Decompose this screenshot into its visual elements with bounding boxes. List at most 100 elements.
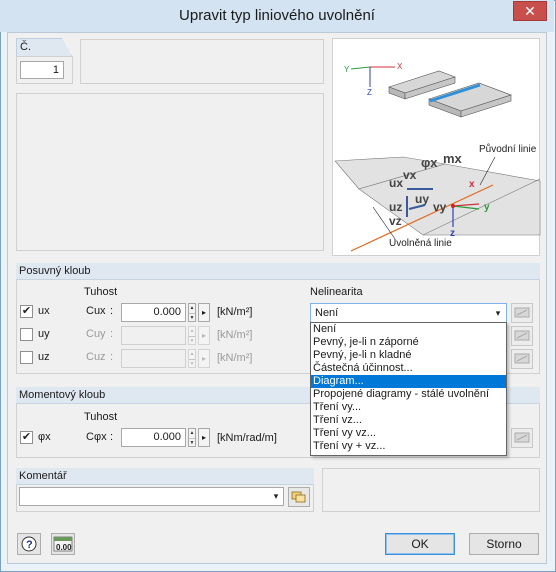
vz-label: vz: [389, 214, 402, 228]
nonlinearity-dropdown[interactable]: Není: [310, 303, 507, 323]
ok-button[interactable]: OK: [385, 533, 455, 555]
phix-label: φx: [38, 431, 51, 443]
edit-diagram-icon: [514, 330, 530, 341]
local-x-label: x: [469, 179, 475, 190]
spin-up-icon[interactable]: ▲: [189, 327, 195, 336]
cuy-unit: [kN/m²]: [217, 329, 253, 341]
cux-arrow-button[interactable]: ▸: [198, 303, 210, 322]
nonlinearity-edit-button[interactable]: [511, 303, 533, 323]
svg-text:0.00: 0.00: [56, 543, 72, 552]
release-illustration: Y X Z x y z φx mx vx ux uy vy uz vz Půvo…: [332, 38, 541, 256]
spin-down-icon[interactable]: ▼: [189, 359, 195, 368]
nonlinearity-option[interactable]: Tření vy vz...: [311, 427, 506, 440]
ux-label: ux: [389, 176, 403, 190]
edit-diagram-icon: [514, 353, 530, 364]
axis-z-label: Z: [367, 88, 372, 97]
comment-side-panel: [322, 468, 540, 512]
cuz-colon: :: [110, 351, 114, 363]
comment-library-icon: [291, 491, 306, 503]
cux-colon: :: [110, 305, 114, 317]
nonlinearity-options-list[interactable]: Není Pevný, je-li n záporné Pevný, je-li…: [310, 322, 507, 456]
comment-input[interactable]: [19, 487, 284, 506]
cphix-label: Cφx: [86, 431, 107, 443]
close-button[interactable]: ✕: [513, 1, 547, 21]
edit-diagram-icon: [514, 307, 530, 318]
top-empty-panel: [80, 39, 324, 84]
nonlinearity-option[interactable]: Pevný, je-li n záporné: [311, 336, 506, 349]
spin-down-icon[interactable]: ▼: [189, 438, 195, 447]
original-line-label: Původní linie: [479, 143, 537, 155]
comment-library-button[interactable]: [288, 487, 310, 507]
uz-checkbox[interactable]: [20, 351, 33, 364]
nonlinearity-option[interactable]: Propojené diagramy - stálé uvolnění: [311, 388, 506, 401]
cuz-spin-up-down[interactable]: ▲ ▼: [188, 349, 196, 368]
phi-x-label: φx: [421, 155, 438, 170]
released-line-label: Uvolněná linie: [389, 238, 452, 249]
cux-spin-up-down[interactable]: ▲ ▼: [188, 303, 196, 322]
cux-unit: [kN/m²]: [217, 306, 253, 318]
spin-down-icon[interactable]: ▼: [189, 336, 195, 345]
nonlinearity-option[interactable]: Pevný, je-li n kladné: [311, 349, 506, 362]
number-field[interactable]: 1: [20, 61, 64, 79]
uy-label: uy: [38, 328, 50, 340]
uy-nonlinearity-edit-button[interactable]: [511, 326, 533, 346]
cuz-label: Cuz: [86, 351, 106, 363]
cphix-colon: :: [110, 431, 114, 443]
help-icon: ?: [21, 536, 37, 552]
spin-up-icon[interactable]: ▲: [189, 350, 195, 359]
axis-x-label: X: [397, 62, 403, 71]
cuy-colon: :: [110, 328, 114, 340]
ux-checkbox[interactable]: ✔: [20, 305, 33, 318]
translational-release-header: Posuvný kloub: [16, 263, 540, 280]
spin-up-icon[interactable]: ▲: [189, 429, 195, 438]
vy-label: vy: [433, 200, 447, 214]
phix-checkbox[interactable]: ✔: [20, 431, 33, 444]
cuy-arrow-button[interactable]: ▸: [198, 326, 210, 345]
help-button[interactable]: ?: [17, 533, 41, 555]
nonlinearity-header: Nelinearita: [310, 286, 363, 298]
cux-label: Cux: [86, 305, 106, 317]
rotational-nonlinearity-edit-button[interactable]: [511, 428, 533, 448]
spin-up-icon[interactable]: ▲: [189, 304, 195, 313]
uz-label: uz: [389, 200, 402, 214]
cphix-input[interactable]: 0.000: [121, 428, 186, 447]
translational-stiffness-header: Tuhost: [84, 286, 118, 298]
window-title: Upravit typ liniového uvolnění: [179, 7, 375, 24]
ux-label: ux: [38, 305, 50, 317]
units-decimals-button[interactable]: 0.00: [51, 533, 75, 555]
chevron-down-icon[interactable]: ▾: [491, 304, 505, 322]
nonlinearity-option[interactable]: Tření vz...: [311, 414, 506, 427]
nonlinearity-option[interactable]: Není: [311, 323, 506, 336]
nonlinearity-selected-value: Není: [315, 307, 339, 319]
nonlinearity-option[interactable]: Tření vy...: [311, 401, 506, 414]
cuy-label: Cuy: [86, 328, 106, 340]
cancel-button[interactable]: Storno: [469, 533, 539, 555]
nonlinearity-option-highlighted[interactable]: Diagram...: [311, 375, 506, 388]
cuz-arrow-button[interactable]: ▸: [198, 349, 210, 368]
svg-text:?: ?: [26, 539, 33, 551]
axis-y-label: Y: [344, 65, 350, 74]
local-y-label: y: [484, 202, 490, 213]
cphix-spin-up-down[interactable]: ▲ ▼: [188, 428, 196, 447]
uz-label: uz: [38, 351, 50, 363]
spin-down-icon[interactable]: ▼: [189, 313, 195, 322]
cphix-unit: [kNm/rad/m]: [217, 432, 277, 444]
edit-diagram-icon: [514, 432, 530, 443]
cux-input[interactable]: 0.000: [121, 303, 186, 322]
decimals-icon: 0.00: [53, 536, 73, 552]
cuz-input[interactable]: [121, 349, 186, 368]
cuy-input[interactable]: [121, 326, 186, 345]
mx-label: mx: [443, 151, 463, 166]
nonlinearity-option[interactable]: Částečná účinnost...: [311, 362, 506, 375]
vx-label: vx: [403, 168, 417, 182]
rotational-stiffness-header: Tuhost: [84, 411, 118, 423]
nonlinearity-option[interactable]: Tření vy + vz...: [311, 440, 506, 453]
cphix-arrow-button[interactable]: ▸: [198, 428, 210, 447]
comment-dropdown-chevron-icon[interactable]: ▾: [269, 487, 283, 505]
cuz-unit: [kN/m²]: [217, 352, 253, 364]
uy-checkbox[interactable]: [20, 328, 33, 341]
uy-label: uy: [415, 192, 429, 206]
comment-header: Komentář: [16, 468, 314, 485]
uz-nonlinearity-edit-button[interactable]: [511, 349, 533, 369]
cuy-spin-up-down[interactable]: ▲ ▼: [188, 326, 196, 345]
